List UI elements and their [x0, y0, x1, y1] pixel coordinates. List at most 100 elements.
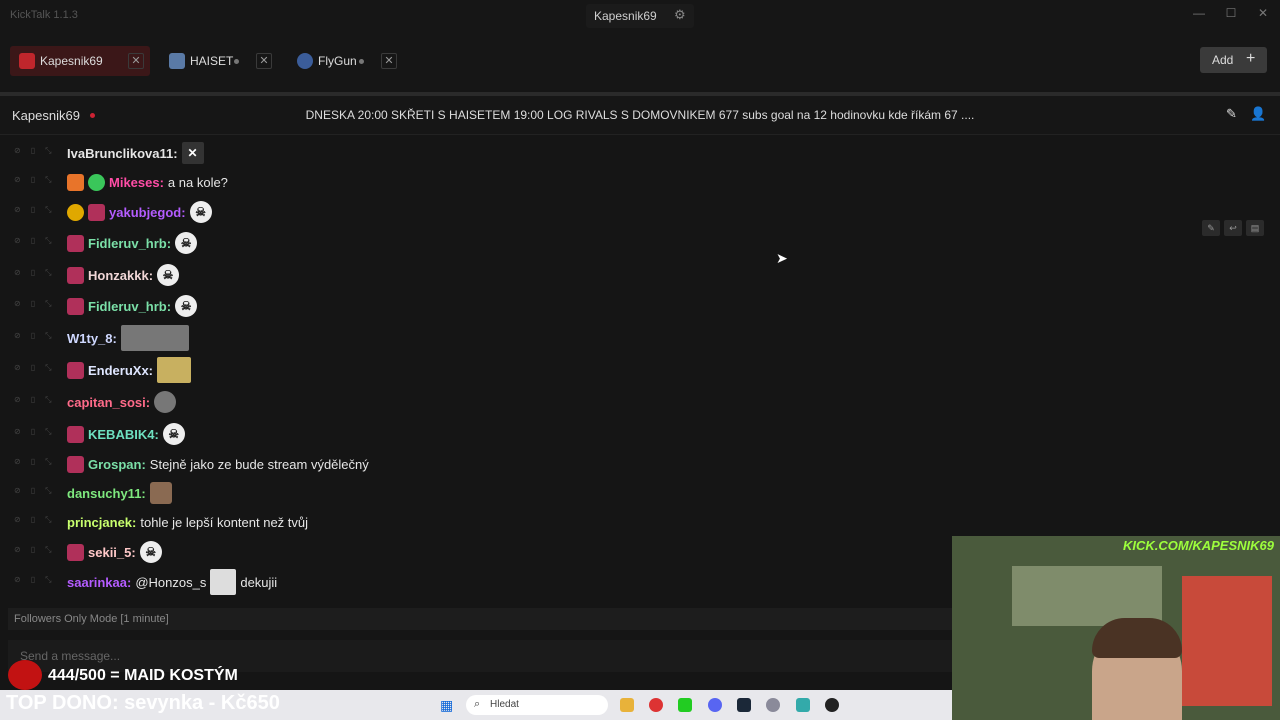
chat-message: ⊘▯⤡ capitan_sosi: — [0, 387, 1280, 417]
mod-tools[interactable]: ⊘▯⤡ — [14, 486, 64, 498]
followers-mode-text: Followers Only Mode [1 minute] — [14, 613, 169, 625]
username[interactable]: Mikeses: — [109, 175, 164, 190]
active-channel-name: Kapesnik69 — [594, 9, 657, 23]
taskbar-search[interactable]: ⌕ Hledat — [466, 695, 608, 715]
app-icon[interactable] — [796, 698, 810, 712]
close-window-icon[interactable]: ✕ — [1254, 6, 1272, 20]
username[interactable]: Fidleruv_hrb: — [88, 236, 171, 251]
add-channel-button[interactable]: Add + — [1200, 47, 1267, 73]
emote: ✕ — [181, 142, 204, 164]
image-emote — [149, 482, 172, 504]
mod-tools[interactable]: ⊘▯⤡ — [14, 331, 64, 343]
username[interactable]: Grospan: — [88, 457, 146, 472]
username[interactable]: yakubjegod: — [109, 205, 186, 220]
tab-kapesnik69[interactable]: Kapesnik69 ✕ — [10, 46, 150, 76]
chat-message: ⊘▯⤡ Fidleruv_hrb: ☠ — [0, 291, 1280, 321]
pin-icon[interactable]: ✎ — [1202, 220, 1220, 236]
folder-icon[interactable] — [620, 698, 634, 712]
tab-flygun[interactable]: FlyGun ✕ — [288, 46, 402, 76]
username[interactable]: Fidleruv_hrb: — [88, 299, 171, 314]
title-bar: KickTalk 1.1.3 Kapesnik69 ⚙ — ☐ ✕ — [0, 0, 1280, 32]
steam-icon[interactable] — [737, 698, 751, 712]
mod-tools[interactable]: ⊘▯⤡ — [14, 205, 64, 217]
close-tab-icon[interactable]: ✕ — [256, 53, 272, 69]
badge — [67, 455, 84, 473]
username[interactable]: capitan_sosi: — [67, 395, 150, 410]
message-text: dekujii — [240, 574, 278, 590]
chat-message: ⊘▯⤡ yakubjegod: ☠ — [0, 197, 1280, 227]
mod-tools[interactable]: ⊘▯⤡ — [14, 299, 64, 311]
username[interactable]: princjanek: — [67, 515, 136, 530]
search-label: Hledat — [490, 699, 519, 710]
copy-icon[interactable]: ▤ — [1246, 220, 1264, 236]
badge — [67, 266, 84, 284]
username[interactable]: dansuchy11: — [67, 486, 146, 501]
mod-tools[interactable]: ⊘▯⤡ — [14, 175, 64, 187]
mod-tools[interactable]: ⊘▯⤡ — [14, 575, 64, 587]
username[interactable]: IvaBrunclikova11: — [67, 146, 178, 161]
mod-tools[interactable]: ⊘▯⤡ — [14, 545, 64, 557]
kick-icon[interactable] — [678, 698, 692, 712]
mod-tools[interactable]: ⊘▯⤡ — [14, 457, 64, 469]
username[interactable]: W1ty_8: — [67, 331, 117, 346]
message-text: Stejně jako ze bude stream výdělečný — [149, 456, 369, 472]
chat-message: ⊘▯⤡ dansuchy11: — [0, 478, 1280, 508]
tab-haiset[interactable]: HAISET ✕ — [160, 46, 278, 76]
badge — [67, 361, 84, 379]
webcam-url: KICK.COM/KAPESNIK69 — [1123, 538, 1274, 553]
chat-message: ⊘▯⤡ Fidleruv_hrb: ☠ — [0, 228, 1280, 258]
live-dot — [90, 113, 95, 118]
chat-message: ⊘▯⤡ Mikeses: a na kole? — [0, 167, 1280, 197]
username[interactable]: KEBABIK4: — [88, 427, 159, 442]
user-icon[interactable]: 👤 — [1250, 106, 1266, 122]
mouse-cursor-icon: ➤ — [776, 250, 788, 266]
skull-emote: ☠ — [175, 232, 198, 254]
devil-logo — [8, 660, 42, 690]
windows-start-icon[interactable]: ▦ — [440, 697, 453, 714]
chat-message: ⊘▯⤡ EnderuXx: — [0, 355, 1280, 385]
badge — [67, 173, 84, 191]
goal-overlay: 444/500 = MAID KOSTÝM — [48, 667, 238, 684]
obs-icon[interactable] — [825, 698, 839, 712]
gear-icon[interactable]: ⚙ — [674, 7, 686, 23]
offline-dot — [234, 59, 239, 64]
message-hover-tools: ✎ ↩ ▤ — [1202, 220, 1266, 238]
username[interactable]: saarinkaa: — [67, 575, 131, 590]
reply-icon[interactable]: ↩ — [1224, 220, 1242, 236]
maximize-icon[interactable]: ☐ — [1222, 6, 1240, 20]
app-title: KickTalk 1.1.3 — [10, 9, 78, 21]
pin-icon[interactable]: ✎ — [1226, 106, 1237, 122]
mod-tools[interactable]: ⊘▯⤡ — [14, 236, 64, 248]
username[interactable]: Honzakkk: — [88, 268, 153, 283]
mod-tools[interactable]: ⊘▯⤡ — [14, 515, 64, 527]
discord-icon[interactable] — [708, 698, 722, 712]
close-tab-icon[interactable]: ✕ — [381, 53, 397, 69]
mod-tools[interactable]: ⊘▯⤡ — [14, 146, 64, 158]
mod-tools[interactable]: ⊘▯⤡ — [14, 268, 64, 280]
skull-emote: ☠ — [189, 201, 212, 223]
skull-emote: ☠ — [157, 264, 180, 286]
webcam-overlay: KICK.COM/KAPESNIK69 — [952, 536, 1280, 720]
skull-emote: ☠ — [162, 423, 185, 445]
minimize-icon[interactable]: — — [1190, 6, 1208, 20]
close-tab-icon[interactable]: ✕ — [128, 53, 144, 69]
skull-emote: ☠ — [139, 541, 162, 563]
username[interactable]: sekii_5: — [88, 545, 136, 560]
tab-label: Kapesnik69 — [40, 54, 103, 68]
search-icon: ⌕ — [474, 698, 481, 710]
mod-tools[interactable]: ⊘▯⤡ — [14, 395, 64, 407]
badge — [67, 203, 84, 221]
streamer-hair — [1092, 618, 1182, 658]
active-channel-pill[interactable]: Kapesnik69 ⚙ — [586, 4, 694, 28]
chat-message: ⊘▯⤡ Honzakkk: ☠ — [0, 260, 1280, 290]
image-emote — [154, 391, 177, 413]
badge — [67, 234, 84, 252]
username[interactable]: EnderuXx: — [88, 363, 153, 378]
channel-header: Kapesnik69 DNESKA 20:00 SKŘETI S HAISETE… — [0, 96, 1280, 135]
followers-mode-banner: Followers Only Mode [1 minute] — [8, 608, 952, 630]
mod-tools[interactable]: ⊘▯⤡ — [14, 363, 64, 375]
app-icon[interactable] — [766, 698, 780, 712]
mod-tools[interactable]: ⊘▯⤡ — [14, 427, 64, 439]
verified-badge — [88, 173, 105, 191]
chrome-icon[interactable] — [649, 698, 663, 712]
